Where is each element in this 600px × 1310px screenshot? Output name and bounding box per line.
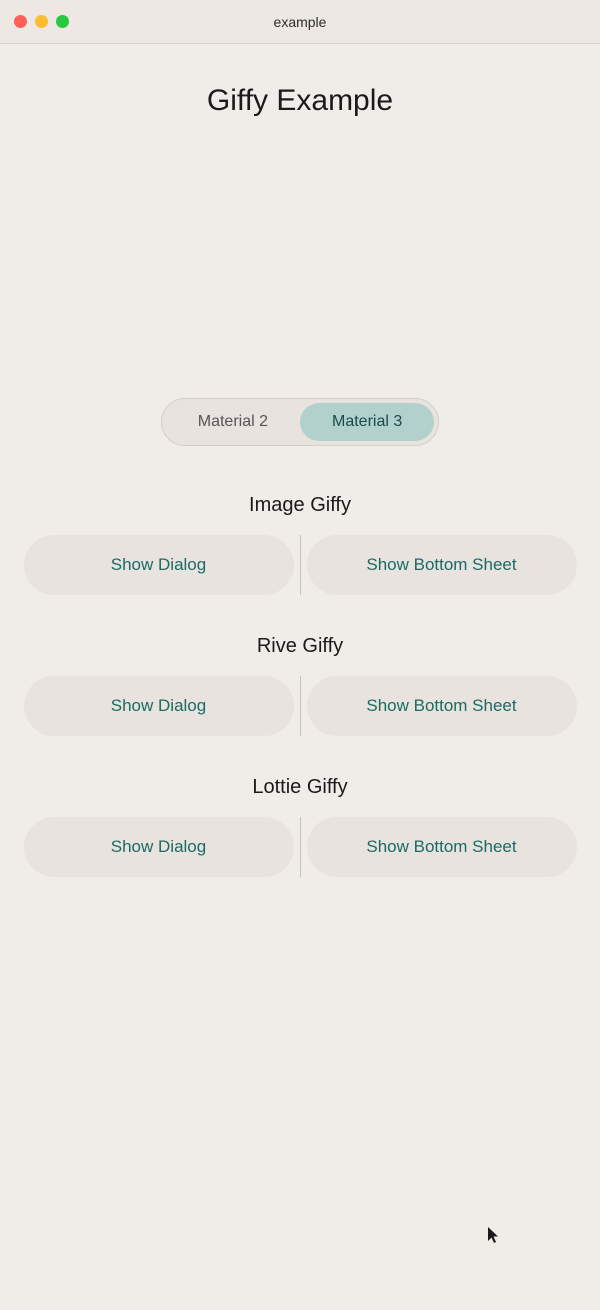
lottie-giffy-title: Lottie Giffy <box>252 776 347 799</box>
image-giffy-show-dialog-button[interactable]: Show Dialog <box>24 535 294 595</box>
mouse-cursor <box>488 1227 500 1245</box>
material-toggle-group: Material 2 Material 3 <box>161 398 440 446</box>
minimize-button[interactable] <box>35 15 48 28</box>
toggle-material3[interactable]: Material 3 <box>300 403 434 441</box>
traffic-lights <box>14 15 69 28</box>
image-giffy-title: Image Giffy <box>249 494 351 517</box>
rive-giffy-show-dialog-button[interactable]: Show Dialog <box>24 676 294 736</box>
close-button[interactable] <box>14 15 27 28</box>
toggle-material2[interactable]: Material 2 <box>166 403 300 441</box>
titlebar: example <box>0 0 600 44</box>
button-divider-2 <box>300 676 301 736</box>
button-divider-3 <box>300 817 301 877</box>
lottie-giffy-section: Lottie Giffy Show Dialog Show Bottom She… <box>20 776 580 877</box>
image-giffy-show-bottom-sheet-button[interactable]: Show Bottom Sheet <box>307 535 577 595</box>
lottie-giffy-show-bottom-sheet-button[interactable]: Show Bottom Sheet <box>307 817 577 877</box>
rive-giffy-show-bottom-sheet-button[interactable]: Show Bottom Sheet <box>307 676 577 736</box>
lottie-giffy-button-row: Show Dialog Show Bottom Sheet <box>20 817 580 877</box>
main-content: Giffy Example Material 2 Material 3 Imag… <box>0 44 600 957</box>
rive-giffy-title: Rive Giffy <box>257 635 343 658</box>
rive-giffy-button-row: Show Dialog Show Bottom Sheet <box>20 676 580 736</box>
window-title: example <box>274 14 327 30</box>
image-giffy-button-row: Show Dialog Show Bottom Sheet <box>20 535 580 595</box>
page-title: Giffy Example <box>207 84 393 118</box>
button-divider <box>300 535 301 595</box>
lottie-giffy-show-dialog-button[interactable]: Show Dialog <box>24 817 294 877</box>
image-giffy-section: Image Giffy Show Dialog Show Bottom Shee… <box>20 494 580 595</box>
rive-giffy-section: Rive Giffy Show Dialog Show Bottom Sheet <box>20 635 580 736</box>
maximize-button[interactable] <box>56 15 69 28</box>
